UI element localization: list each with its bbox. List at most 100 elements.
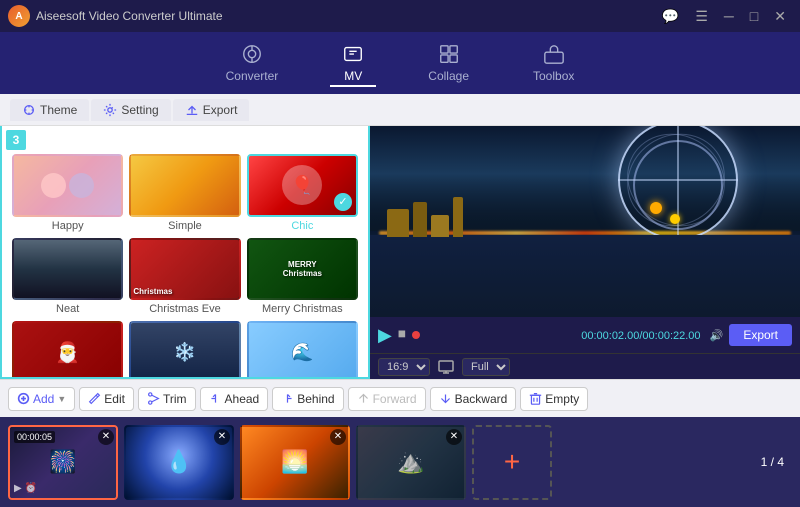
chat-icon[interactable]: 💬	[656, 6, 685, 27]
converter-icon	[241, 43, 263, 65]
film-close-2[interactable]: ✕	[214, 429, 230, 445]
boat-1	[387, 209, 409, 237]
play-button[interactable]: ▶	[378, 325, 392, 346]
forward-button[interactable]: Forward	[348, 387, 426, 411]
monitor-icon	[438, 359, 454, 375]
film-add-icon: +	[504, 446, 520, 478]
theme-item-merry-christmas[interactable]: MERRYChristmas Merry Christmas	[247, 238, 358, 316]
empty-label: Empty	[545, 392, 579, 406]
film-time-1: 00:00:05	[14, 431, 55, 443]
theme-item-christmas-eve[interactable]: Christmas Christmas Eve	[129, 238, 240, 316]
theme-label-chic: Chic	[291, 220, 313, 232]
film-close-1[interactable]: ✕	[98, 429, 114, 445]
theme-item-simple[interactable]: Simple	[129, 154, 240, 232]
theme-label-neat: Neat	[56, 303, 79, 315]
theme-item-stripes[interactable]: 🌊 Stripes & Waves	[247, 321, 358, 379]
film-item-2[interactable]: 💧 ✕	[124, 425, 234, 500]
film-water-icon: 💧	[165, 449, 192, 475]
time-display: 00:00:02.00/00:00:22.00 🔊	[426, 329, 723, 342]
ahead-icon	[209, 392, 222, 405]
subtab-theme[interactable]: Theme	[10, 99, 89, 121]
maximize-button[interactable]: □	[744, 6, 764, 26]
toolbar: Add ▼ Edit Trim Ahead Behind Forward Bac…	[0, 379, 800, 417]
toolbox-icon	[543, 43, 565, 65]
minimize-button[interactable]: ─	[718, 6, 740, 26]
toolbox-label: Toolbox	[533, 69, 574, 83]
setting-tab-label: Setting	[121, 103, 158, 117]
menu-icon[interactable]: ☰	[689, 6, 714, 27]
theme-item-chic[interactable]: 🎈 ✓ Chic	[247, 154, 358, 232]
export-subtab-icon	[185, 103, 199, 117]
window-controls: 💬 ☰ ─ □ ✕	[656, 6, 792, 27]
backward-icon	[439, 392, 452, 405]
navbar: Converter MV Collage Toolbox	[0, 32, 800, 94]
preview-video	[370, 126, 800, 317]
globe-structure	[618, 126, 748, 250]
trim-button[interactable]: Trim	[138, 387, 196, 411]
theme-item-neat[interactable]: Neat	[12, 238, 123, 316]
preview-controls: ▶ ⏹ 00:00:02.00/00:00:22.00 🔊 Export	[370, 317, 800, 353]
add-button[interactable]: Add ▼	[8, 387, 75, 411]
film-item-3[interactable]: 🌅 ✕	[240, 425, 350, 500]
nav-mv[interactable]: MV	[330, 39, 376, 87]
setting-subtab-icon	[103, 103, 117, 117]
film-icons-1: ▶ ⏰	[14, 483, 37, 494]
nav-collage[interactable]: Collage	[416, 39, 481, 87]
ahead-button[interactable]: Ahead	[200, 387, 269, 411]
theme-item-snowy[interactable]: ❄️ Snowy Night	[129, 321, 240, 379]
theme-item-santa[interactable]: 🎅 Santa Claus	[12, 321, 123, 379]
empty-icon	[529, 392, 542, 405]
edit-icon	[88, 392, 101, 405]
logo-letter: A	[15, 11, 22, 22]
stop-button[interactable]: ⏹	[398, 326, 406, 344]
behind-button[interactable]: Behind	[272, 387, 343, 411]
theme-label-merry: Merry Christmas	[262, 303, 343, 315]
boat-4	[453, 197, 463, 237]
water	[370, 235, 800, 317]
export-button[interactable]: Export	[729, 324, 792, 346]
mv-icon	[342, 43, 364, 65]
converter-label: Converter	[226, 69, 279, 83]
titlebar: A Aiseesoft Video Converter Ultimate 💬 ☰…	[0, 0, 800, 32]
edit-button[interactable]: Edit	[79, 387, 134, 411]
theme-panel: 3 Happy Simple	[0, 126, 370, 379]
theme-item-happy[interactable]: Happy	[12, 154, 123, 232]
film-sunset-icon: 🌅	[281, 449, 308, 475]
subtab-setting[interactable]: Setting	[91, 99, 170, 121]
mv-label: MV	[344, 69, 362, 83]
trim-label: Trim	[163, 392, 187, 406]
film-item-1[interactable]: 🎆 00:00:05 ✕ ▶ ⏰	[8, 425, 118, 500]
aspect-ratio-select[interactable]: 16:9 4:3 1:1	[378, 358, 430, 376]
add-icon	[17, 392, 30, 405]
film-fireworks: 🎆	[49, 449, 76, 475]
close-button[interactable]: ✕	[768, 6, 792, 27]
forward-icon	[357, 392, 370, 405]
orange-dot-2	[670, 214, 680, 224]
film-close-3[interactable]: ✕	[330, 429, 346, 445]
edit-label: Edit	[104, 392, 125, 406]
empty-button[interactable]: Empty	[520, 387, 588, 411]
total-time: 00:00:22.00	[642, 330, 700, 342]
current-time: 00:00:02.00	[581, 330, 639, 342]
film-clock-icon: ⏰	[25, 483, 37, 494]
theme-tab-label: Theme	[40, 103, 77, 117]
display-select[interactable]: Full Fit	[462, 358, 510, 376]
nav-toolbox[interactable]: Toolbox	[521, 39, 586, 87]
volume-icon[interactable]: 🔊	[710, 330, 724, 342]
behind-label: Behind	[297, 392, 334, 406]
theme-label-christmas: Christmas Eve	[149, 303, 221, 315]
preview-panel: ▶ ⏹ 00:00:02.00/00:00:22.00 🔊 Export 16:…	[370, 126, 800, 379]
film-item-4[interactable]: ⛰️ ✕	[356, 425, 466, 500]
panel-number: 3	[6, 130, 26, 150]
ahead-label: Ahead	[225, 392, 260, 406]
forward-label: Forward	[373, 392, 417, 406]
film-add-button[interactable]: +	[472, 425, 552, 500]
collage-icon	[438, 43, 460, 65]
preview-controls2: 16:9 4:3 1:1 Full Fit	[370, 353, 800, 379]
film-close-4[interactable]: ✕	[446, 429, 462, 445]
theme-grid: Happy Simple 🎈 ✓ Chic	[2, 126, 368, 379]
backward-button[interactable]: Backward	[430, 387, 517, 411]
subtab-export[interactable]: Export	[173, 99, 250, 121]
nav-converter[interactable]: Converter	[214, 39, 291, 87]
page-count: 1 / 4	[761, 455, 792, 469]
